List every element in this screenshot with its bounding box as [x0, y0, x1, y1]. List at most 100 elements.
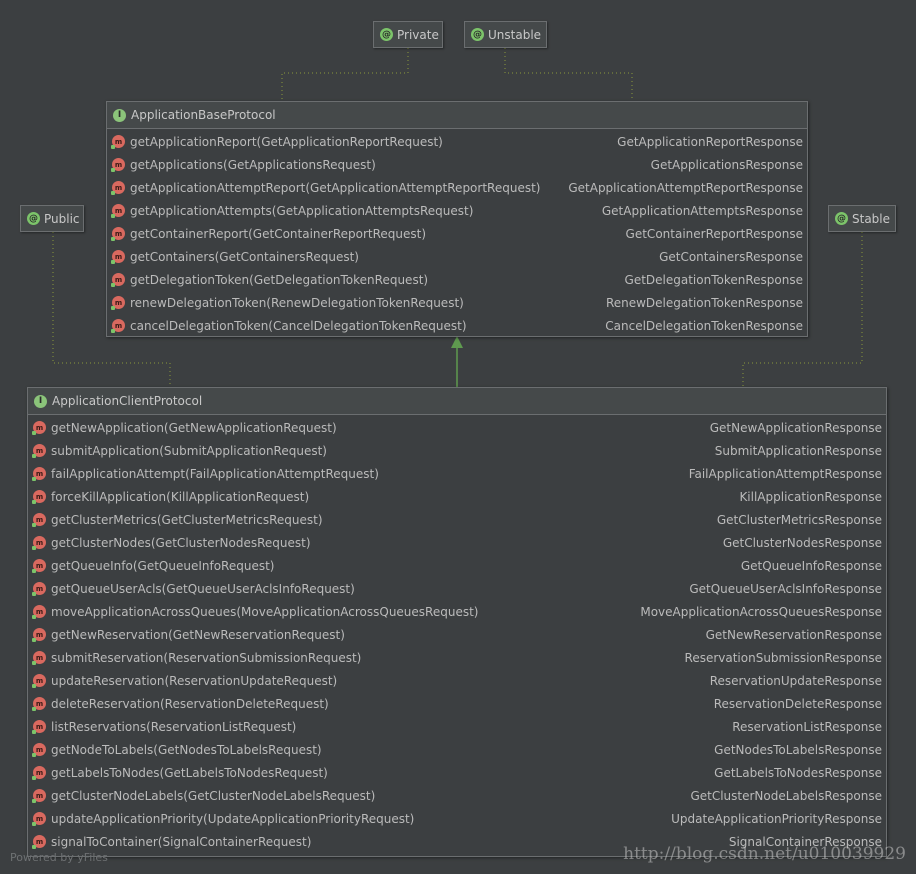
method-row[interactable]: m getClusterNodes(GetClusterNodesRequest)… — [28, 531, 886, 554]
interface-i-icon: I — [113, 108, 126, 122]
method-row[interactable]: m submitReservation(ReservationSubmission… — [28, 646, 886, 669]
method-return-type: GetContainerReportResponse — [625, 226, 803, 241]
method-signature: moveApplicationAcrossQueues(MoveApplicat… — [51, 604, 479, 619]
method-row[interactable]: m forceKillApplication(KillApplicationReq… — [28, 485, 886, 508]
method-m-icon: m — [111, 135, 125, 149]
method-signature: getContainerReport(GetContainerReportReq… — [130, 226, 427, 241]
method-signature: getQueueInfo(GetQueueInfoRequest) — [51, 558, 275, 573]
node-header: I ApplicationBaseProtocol — [107, 102, 807, 129]
application-client-protocol-node[interactable]: I ApplicationClientProtocol m getNewAppli… — [27, 387, 887, 857]
method-m-icon: m — [111, 250, 125, 264]
unstable-annotation[interactable]: @ Unstable — [464, 21, 547, 48]
method-m-icon: m — [32, 720, 46, 734]
unstable-annotation-link — [504, 48, 633, 101]
method-m-icon: m — [111, 158, 125, 172]
method-signature: getClusterMetrics(GetClusterMetricsReque… — [51, 512, 323, 527]
method-return-type: GetClusterNodeLabelsResponse — [690, 788, 882, 803]
method-row[interactable]: m getLabelsToNodes(GetLabelsToNodesReques… — [28, 761, 886, 784]
method-row[interactable]: m cancelDelegationToken(CancelDelegationT… — [107, 314, 807, 337]
method-return-type: ReservationDeleteResponse — [713, 696, 882, 711]
private-annotation-link — [281, 48, 409, 101]
method-row[interactable]: m getDelegationToken(GetDelegationTokenRe… — [107, 268, 807, 291]
method-signature: getNodeToLabels(GetNodesToLabelsRequest) — [51, 742, 322, 757]
at-sign-icon: @ — [471, 28, 484, 41]
method-return-type: GetApplicationAttemptsResponse — [601, 203, 803, 218]
method-return-type: SubmitApplicationResponse — [714, 443, 882, 458]
method-row[interactable]: m getClusterMetrics(GetClusterMetricsRequ… — [28, 508, 886, 531]
method-row[interactable]: m moveApplicationAcrossQueues(MoveApplica… — [28, 600, 886, 623]
method-m-icon: m — [32, 697, 46, 711]
method-return-type: GetContainersResponse — [659, 249, 803, 264]
method-signature: deleteReservation(ReservationDeleteReque… — [51, 696, 329, 711]
watermark-text: http://blog.csdn.net/u010039929 — [623, 844, 906, 864]
method-list: m getApplicationReport(GetApplicationRepo… — [107, 129, 807, 337]
method-return-type: GetQueueInfoResponse — [740, 558, 882, 573]
method-row[interactable]: m getApplicationReport(GetApplicationRepo… — [107, 130, 807, 153]
method-signature: getClusterNodes(GetClusterNodesRequest) — [51, 535, 311, 550]
at-sign-icon: @ — [380, 28, 393, 41]
method-m-icon: m — [32, 605, 46, 619]
method-row[interactable]: m getQueueUserAcls(GetQueueUserAclsInfoRe… — [28, 577, 886, 600]
method-row[interactable]: m updateApplicationPriority(UpdateApplica… — [28, 807, 886, 830]
method-return-type: GetClusterNodesResponse — [722, 535, 882, 550]
method-row[interactable]: m updateReservation(ReservationUpdateRequ… — [28, 669, 886, 692]
method-row[interactable]: m getApplications(GetApplicationsRequest)… — [107, 153, 807, 176]
method-signature: getDelegationToken(GetDelegationTokenReq… — [130, 272, 429, 287]
method-return-type: KillApplicationResponse — [739, 489, 882, 504]
method-row[interactable]: m getApplicationAttemptReport(GetApplicat… — [107, 176, 807, 199]
method-signature: renewDelegationToken(RenewDelegationToke… — [130, 295, 464, 310]
inheritance-arrowhead — [451, 336, 463, 348]
public-annotation[interactable]: @ Public — [20, 205, 84, 232]
method-row[interactable]: m getQueueInfo(GetQueueInfoRequest) GetQue… — [28, 554, 886, 577]
method-row[interactable]: m getApplicationAttempts(GetApplicationAt… — [107, 199, 807, 222]
method-signature: forceKillApplication(KillApplicationRequ… — [51, 489, 310, 504]
method-m-icon: m — [32, 421, 46, 435]
method-signature: getContainers(GetContainersRequest) — [130, 249, 359, 264]
method-return-type: GetApplicationAttemptReportResponse — [568, 180, 803, 195]
node-title: ApplicationClientProtocol — [52, 394, 203, 408]
private-annotation[interactable]: @ Private — [373, 21, 443, 48]
method-m-icon: m — [111, 319, 125, 333]
method-row[interactable]: m renewDelegationToken(RenewDelegationTok… — [107, 291, 807, 314]
method-row[interactable]: m getNodeToLabels(GetNodesToLabelsRequest… — [28, 738, 886, 761]
method-signature: cancelDelegationToken(CancelDelegationTo… — [130, 318, 467, 333]
unstable-annotation-label: Unstable — [488, 27, 542, 42]
method-row[interactable]: m getNewReservation(GetNewReservationRequ… — [28, 623, 886, 646]
method-m-icon: m — [32, 766, 46, 780]
method-m-icon: m — [111, 227, 125, 241]
method-row[interactable]: m failApplicationAttempt(FailApplicationA… — [28, 462, 886, 485]
method-return-type: GetClusterMetricsResponse — [716, 512, 882, 527]
method-m-icon: m — [32, 582, 46, 596]
method-signature: getClusterNodeLabels(GetClusterNodeLabel… — [51, 788, 376, 803]
node-title: ApplicationBaseProtocol — [131, 108, 276, 122]
method-row[interactable]: m submitApplication(SubmitApplicationRequ… — [28, 439, 886, 462]
method-m-icon: m — [32, 490, 46, 504]
method-return-type: RenewDelegationTokenResponse — [605, 295, 803, 310]
method-row[interactable]: m getClusterNodeLabels(GetClusterNodeLabe… — [28, 784, 886, 807]
method-signature: submitReservation(ReservationSubmissionR… — [51, 650, 362, 665]
method-return-type: ReservationUpdateResponse — [709, 673, 882, 688]
method-return-type: GetNewReservationResponse — [705, 627, 882, 642]
method-return-type: GetNewApplicationResponse — [709, 420, 882, 435]
method-return-type: GetQueueUserAclsInfoResponse — [689, 581, 882, 596]
method-return-type: GetDelegationTokenResponse — [624, 272, 803, 287]
method-m-icon: m — [32, 743, 46, 757]
method-row[interactable]: m getNewApplication(GetNewApplicationRequ… — [28, 416, 886, 439]
method-m-icon: m — [32, 628, 46, 642]
method-row[interactable]: m getContainerReport(GetContainerReportRe… — [107, 222, 807, 245]
method-m-icon: m — [32, 651, 46, 665]
method-m-icon: m — [111, 181, 125, 195]
method-m-icon: m — [32, 559, 46, 573]
method-m-icon: m — [111, 296, 125, 310]
method-signature: getApplications(GetApplicationsRequest) — [130, 157, 376, 172]
method-row[interactable]: m deleteReservation(ReservationDeleteRequ… — [28, 692, 886, 715]
stable-annotation-label: Stable — [852, 211, 891, 226]
method-signature: submitApplication(SubmitApplicationReque… — [51, 443, 327, 458]
method-m-icon: m — [32, 789, 46, 803]
method-m-icon: m — [111, 204, 125, 218]
method-row[interactable]: m listReservations(ReservationListRequest… — [28, 715, 886, 738]
method-row[interactable]: m getContainers(GetContainersRequest) GetC… — [107, 245, 807, 268]
method-signature: getNewReservation(GetNewReservationReque… — [51, 627, 345, 642]
stable-annotation[interactable]: @ Stable — [828, 205, 896, 232]
application-base-protocol-node[interactable]: I ApplicationBaseProtocol m getApplicatio… — [106, 101, 808, 337]
